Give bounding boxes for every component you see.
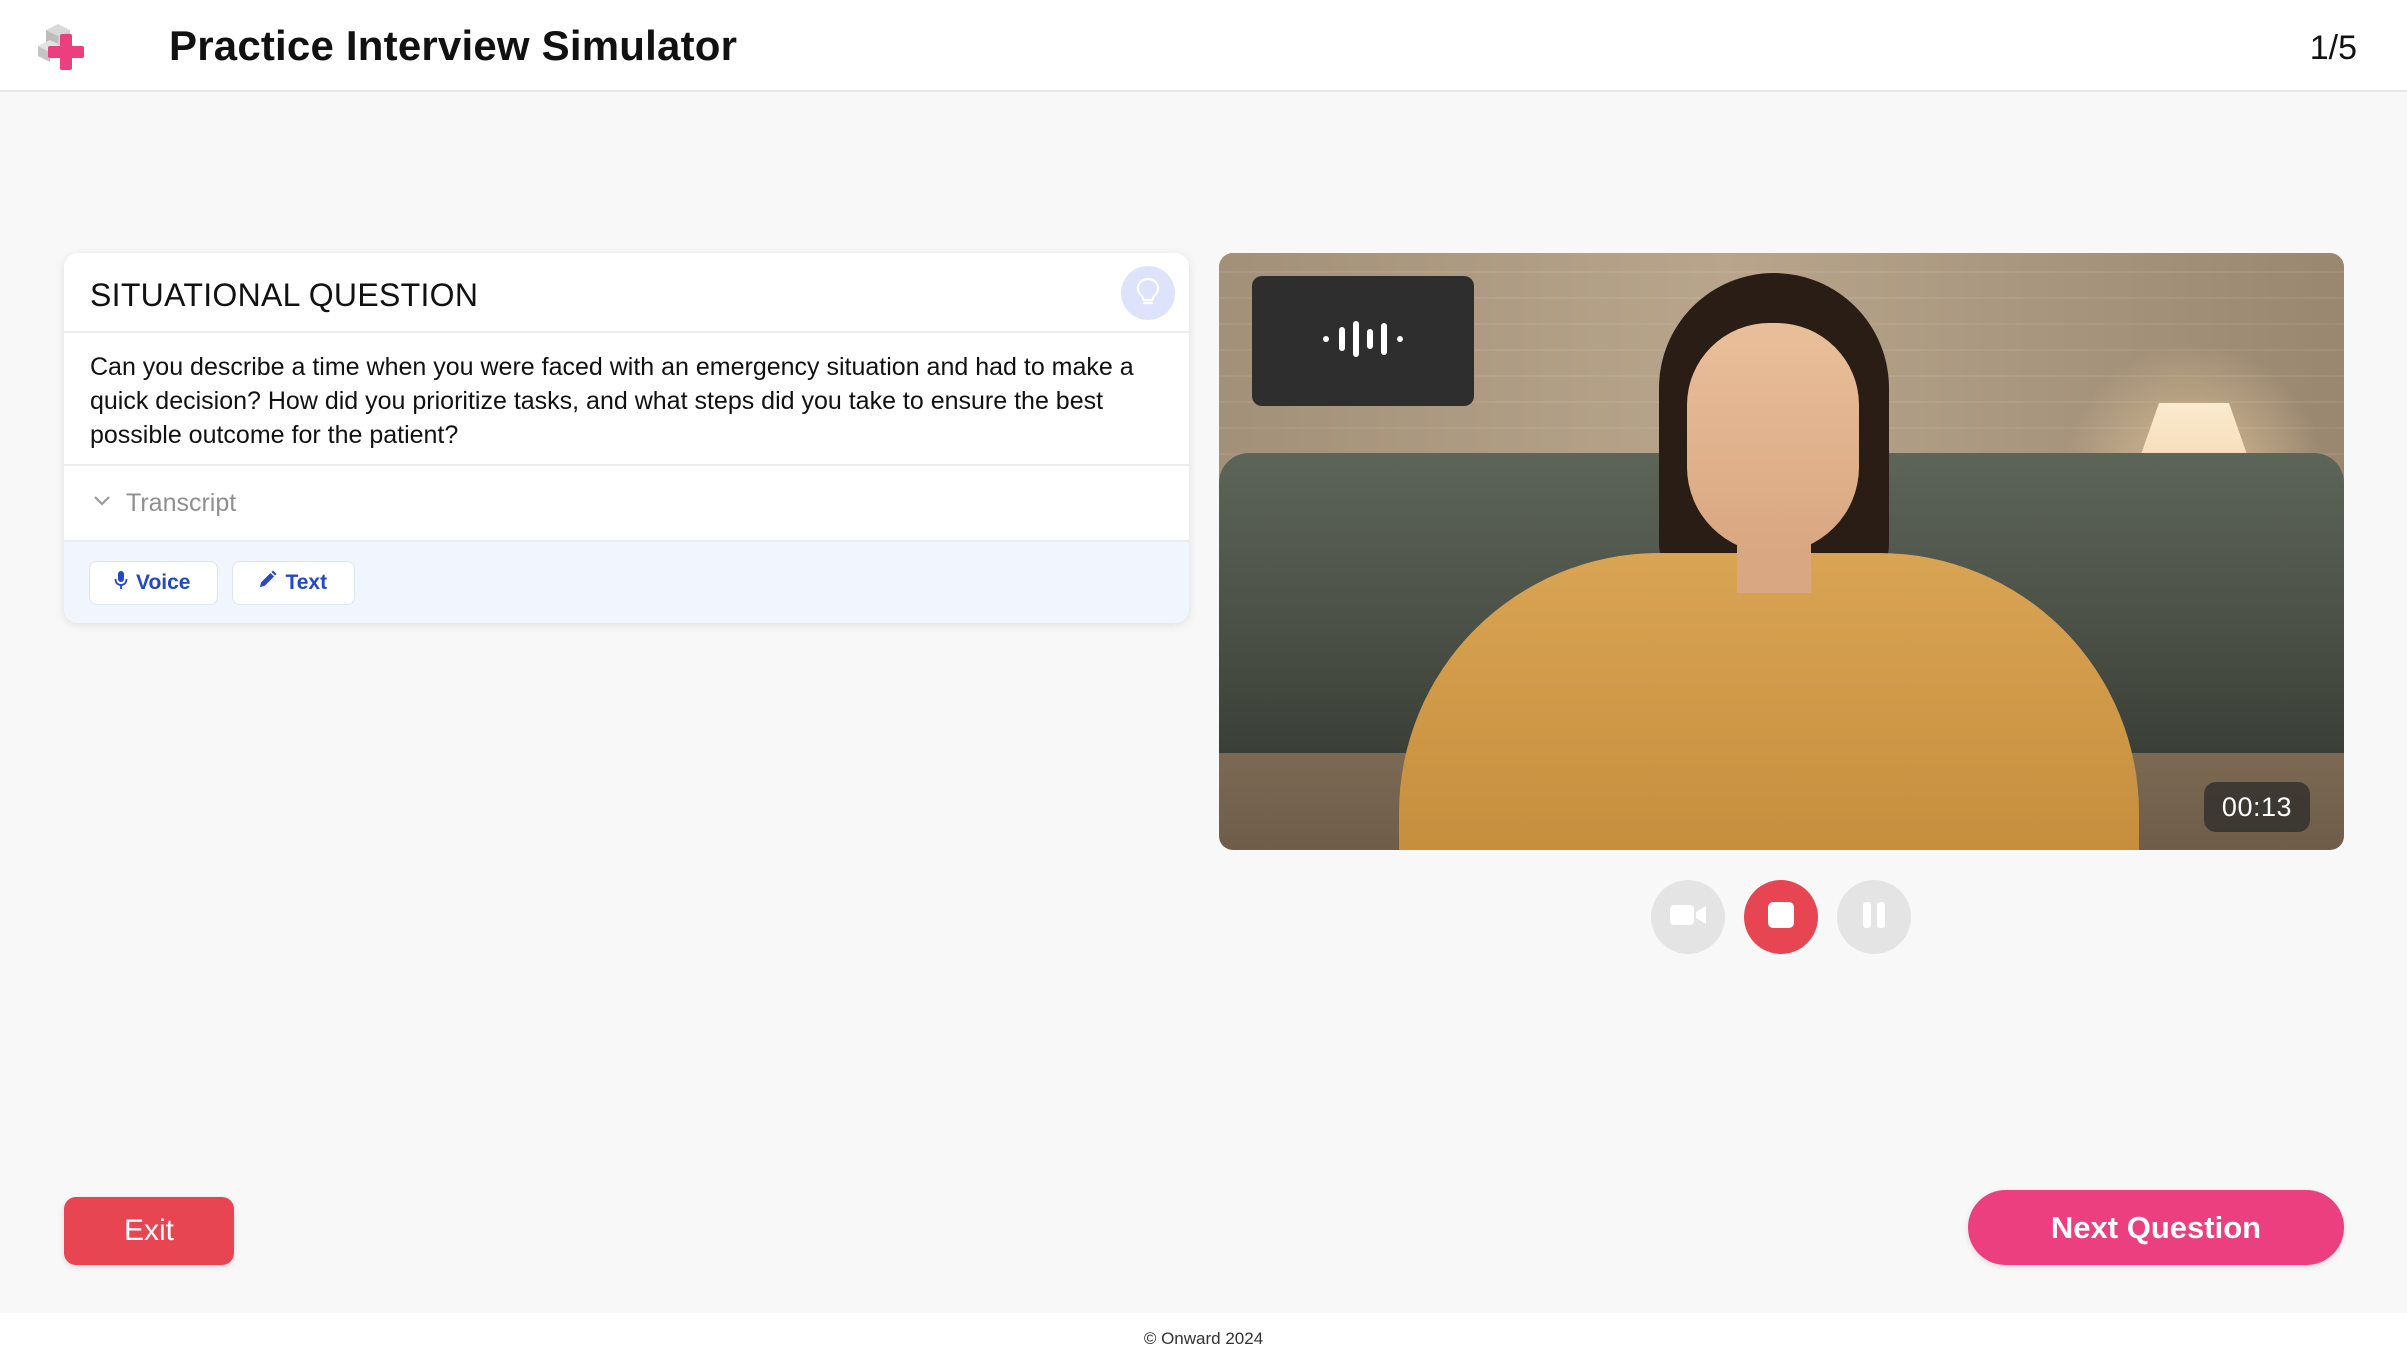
page-footer: © Onward 2024 <box>0 1313 2407 1355</box>
exit-button[interactable]: Exit <box>64 1197 234 1265</box>
pause-icon <box>1860 900 1888 935</box>
question-card-header: SITUATIONAL QUESTION <box>64 253 1189 333</box>
voice-mode-label: Voice <box>136 570 191 594</box>
chevron-down-icon <box>92 494 126 513</box>
recording-timer: 00:13 <box>2203 782 2310 832</box>
answer-mode-bar: Voice Text <box>64 542 1189 623</box>
text-mode-button[interactable]: Text <box>232 560 356 605</box>
text-mode-label: Text <box>285 570 328 594</box>
video-camera-icon <box>1669 902 1707 933</box>
app-header: Practice Interview Simulator 1/5 <box>0 0 2407 92</box>
hint-button[interactable] <box>1121 266 1175 320</box>
stop-icon <box>1767 901 1795 934</box>
video-preview: 00:13 <box>1219 253 2344 850</box>
video-person-face <box>1687 323 1859 553</box>
transcript-toggle[interactable]: Transcript <box>64 464 1189 542</box>
question-text: Can you describe a time when you were fa… <box>90 353 1134 449</box>
pause-recording-button[interactable] <box>1837 880 1911 954</box>
pencil-icon <box>257 570 277 596</box>
copyright-text: © Onward 2024 <box>1143 1329 1264 1348</box>
microphone-icon <box>114 570 128 596</box>
question-progress: 1/5 <box>2309 29 2357 67</box>
medical-cross-logo-icon <box>36 20 96 74</box>
camera-toggle-button[interactable] <box>1651 880 1725 954</box>
audio-waveform-icon <box>1321 319 1405 364</box>
question-card: SITUATIONAL QUESTION Can you describe a … <box>64 253 1189 623</box>
next-question-button[interactable]: Next Question <box>1968 1190 2344 1265</box>
stop-recording-button[interactable] <box>1744 880 1818 954</box>
lightbulb-icon <box>1134 276 1162 311</box>
transcript-label: Transcript <box>126 488 237 517</box>
audio-indicator-tile <box>1252 276 1474 406</box>
voice-mode-button[interactable]: Voice <box>89 560 219 605</box>
question-category: SITUATIONAL QUESTION <box>90 277 479 313</box>
app-title: Practice Interview Simulator <box>169 22 738 69</box>
